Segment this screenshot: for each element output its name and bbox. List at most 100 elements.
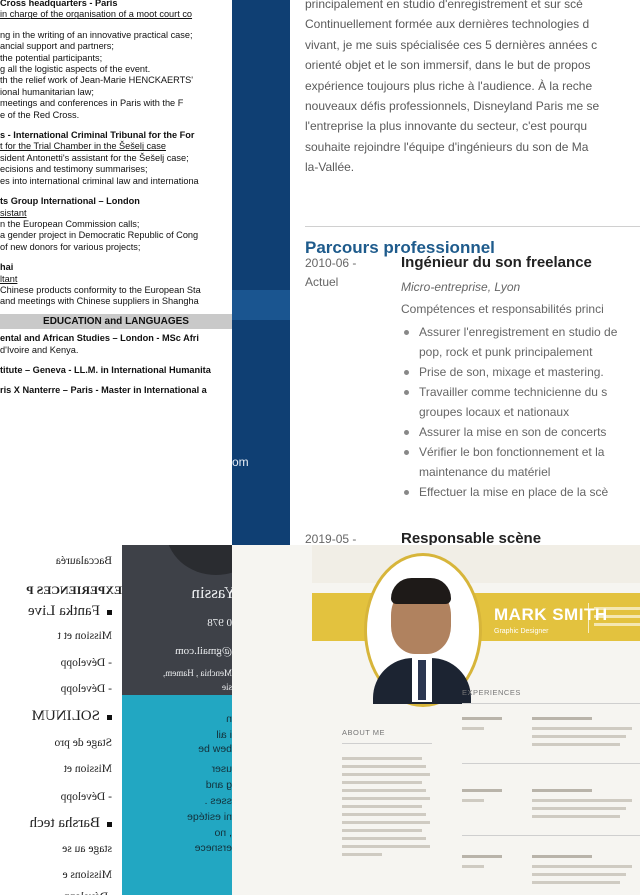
experience-text-line — [532, 881, 620, 884]
teal-line: ersnece — [194, 842, 232, 854]
job-entry-2: 2019-05 - Responsable scène — [305, 530, 640, 545]
experience-text-line — [532, 743, 620, 746]
job-entry-1: 2010-06 - Actuel Ingénieur du son freela… — [305, 254, 640, 544]
about-text-line — [342, 773, 430, 776]
cv-line: Cross headquarters - Paris — [0, 0, 118, 8]
job-bullet: Effectuer la mise en place de la scè — [401, 482, 617, 502]
cv-mark-smith-panel: MARK SMITH Graphic Designer EXPERIENCES … — [232, 545, 640, 895]
teal-line: , no — [214, 827, 232, 839]
experiences-rule — [462, 703, 640, 704]
job-bullet: Prise de son, mixage et mastering. — [401, 362, 617, 382]
experience-company: Fantka Live — [27, 603, 100, 619]
about-text-line — [342, 805, 422, 808]
contact-lines-placeholder — [594, 607, 640, 631]
cv-line: g all the logistic aspects of the event. — [0, 64, 151, 75]
cv-line: Missions e — [62, 869, 112, 881]
intro-line: la-Vallée. — [305, 160, 355, 175]
job-bullet: maintenance du matériel — [419, 465, 551, 479]
job-bullet: pop, rock et punk principalement — [419, 345, 593, 359]
about-text-line — [342, 757, 422, 760]
cv-line: t for the Trial Chamber in the Šešelj ca… — [0, 141, 166, 152]
candidate-name: MARK SMITH — [494, 605, 608, 624]
experience-divider — [462, 835, 640, 836]
job-bullet: groupes locaux et nationaux — [419, 405, 570, 419]
cv-line: Mission et — [63, 763, 112, 775]
about-text-line — [342, 813, 426, 816]
profile-photo — [364, 553, 482, 707]
job-bullet: Travailler comme technicienne du s — [401, 382, 617, 402]
bullet-square-icon — [107, 822, 112, 827]
experience-label — [532, 855, 592, 858]
cv-line: e of the Red Cross. — [0, 109, 80, 120]
intro-line: principalement en studio d'enregistremen… — [305, 0, 583, 11]
cv-line: sistant — [0, 207, 27, 218]
intro-line: expérience toujours plus riche à l'audie… — [305, 78, 593, 93]
experience-label — [462, 789, 502, 792]
about-text-line — [342, 781, 422, 784]
cv-line: ancial support and partners; — [0, 41, 114, 52]
about-text-line — [342, 789, 426, 792]
experience-text-line — [532, 807, 626, 810]
intro-line: Continuellement formée aux dernières tec… — [305, 17, 590, 32]
teal-line: i ail — [216, 729, 232, 741]
job-date: 2010-06 - Actuel — [305, 256, 357, 289]
cv-line: n the European Commission calls; — [0, 218, 140, 229]
experience-label — [462, 855, 502, 858]
cv-line: - Développ — [60, 657, 112, 669]
header-top-band — [312, 545, 640, 583]
cv-english-panel: Cross headquarters - Paris in charge of t… — [0, 0, 232, 545]
job-bullet: Assurer la mise en son de concerts — [401, 422, 617, 442]
bullet-square-icon — [107, 715, 112, 720]
cv-line: the potential participants; — [0, 52, 103, 63]
photo-hair — [391, 578, 451, 604]
cv-line: d'Ivoire and Kenya. — [0, 344, 79, 355]
teal-line: user — [211, 763, 232, 775]
experience-text-line — [532, 865, 632, 868]
job-date: 2019-05 - — [305, 532, 357, 545]
cv-line: Chinese products conformity to the Europ… — [0, 284, 201, 295]
mirrored-content: Baccalauréa EXPERIENCES P Fantka Live Missi… — [0, 545, 122, 895]
cv-english-lines: Cross headquarters - Paris in charge of t… — [0, 0, 232, 397]
about-rule — [342, 743, 432, 744]
cv-mirrored-left-panel: Baccalauréa EXPERIENCES P Fantka Live Missi… — [0, 545, 122, 895]
cv-line: Stage de pro — [54, 737, 112, 749]
experience-label — [462, 717, 502, 720]
about-text-line — [342, 821, 430, 824]
about-text-line — [342, 853, 382, 856]
phone-fragment: 0 978 — [207, 617, 232, 629]
photo-tie — [418, 660, 426, 700]
experience-date — [462, 865, 484, 868]
experience-text-line — [532, 735, 626, 738]
section-heading: EXPERIENCES P — [26, 583, 122, 597]
intro-line: nouveaux défis professionnels, Disneylan… — [305, 99, 600, 114]
teal-line: g and — [205, 779, 232, 791]
about-text-line — [342, 837, 426, 840]
cv-line: hai — [0, 262, 14, 273]
candidate-name: Yassin — [191, 583, 232, 602]
job-bullet: Vérifier le bon fonctionnement et la — [401, 442, 617, 462]
cv-line: ecisions and testimony summarises; — [0, 164, 148, 175]
about-me-heading: ABOUT ME — [342, 728, 386, 737]
cv-french-intro: principalement en studio d'enregistremen… — [305, 0, 640, 178]
address-fragment: Menchia , Hamem, — [163, 668, 232, 678]
teal-line: ni esitéqe — [187, 811, 232, 823]
cv-line: in charge of the organisation of a moot … — [0, 9, 193, 20]
mirrored-content: Yassin 0 978 @gmail.com Menchia , Hamem,… — [122, 545, 232, 895]
cv-line: ional humanitarian law; — [0, 86, 94, 97]
band-fragment-text: om — [232, 455, 249, 469]
cv-french-panel: principalement en studio d'enregistremen… — [290, 0, 640, 545]
experience-company: Barsha tech — [29, 815, 100, 831]
teal-line: bew be — [198, 743, 232, 755]
intro-line: vivant, je me suis spécialisée ces 5 der… — [305, 37, 598, 52]
teal-line: sses . — [204, 795, 232, 807]
experience-text-line — [532, 799, 632, 802]
cv-line: sident Antonetti's assistant for the Šeš… — [0, 152, 189, 163]
cv-line: th the relief work of Jean-Marie HENCKAE… — [0, 75, 194, 86]
cv-line: Mission et t — [57, 630, 112, 642]
